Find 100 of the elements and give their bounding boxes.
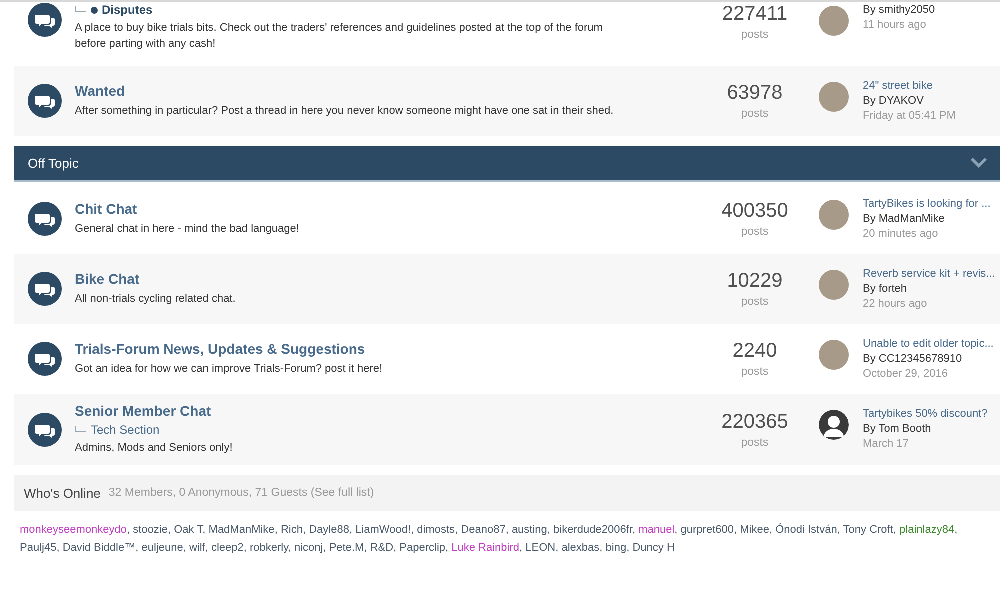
last-post-time: October 29, 2016 (863, 366, 950, 382)
member-link[interactable]: Luke Rainbird (452, 542, 520, 554)
subforum-link[interactable]: Tech Section (91, 423, 160, 437)
member-link[interactable]: alexbas (562, 542, 600, 554)
separator-comma: , (244, 542, 247, 554)
avatar-photo-placeholder[interactable] (819, 200, 849, 230)
forum-title[interactable]: Wanted (75, 83, 615, 99)
separator-comma: , (364, 542, 368, 554)
avatar-photo-placeholder[interactable] (819, 82, 849, 112)
last-post-title[interactable]: 24" street bike (863, 78, 956, 94)
member-link[interactable]: manuel (638, 524, 675, 536)
last-post-author[interactable]: By MadManMike (863, 212, 991, 226)
last-post-author[interactable]: By Tom Booth (863, 422, 988, 437)
member-link[interactable]: cleep2 (211, 542, 244, 554)
member-link[interactable]: monkeyseemonkeydo (20, 524, 128, 536)
last-post-author[interactable]: By smithy2050 (863, 3, 936, 18)
elbow-icon (75, 426, 87, 434)
separator-comma: , (600, 542, 603, 554)
elbow-icon (75, 6, 87, 14)
member-link[interactable]: Mikee (740, 524, 770, 536)
forum-description: A place to buy bike trials bits. Check out the traders' references and guidelines posted at the top of the forum before parting with any cash! (75, 21, 604, 52)
separator-comma: , (893, 524, 896, 536)
separator-comma: , (349, 524, 352, 536)
member-link[interactable]: wilf (189, 542, 206, 554)
last-post-title[interactable]: TartyBikes is looking for ... (863, 196, 991, 212)
last-post-author[interactable]: By CC12345678910 (863, 352, 994, 366)
avatar-photo-placeholder[interactable] (819, 340, 849, 370)
post-count: 2240 (732, 340, 778, 363)
member-link[interactable]: austing (512, 524, 548, 536)
member-link[interactable]: Paulj45 (20, 542, 57, 554)
last-post-title[interactable]: Tartybikes 50% discount? (863, 407, 988, 422)
last-post-title[interactable]: Reverb service kit + revis... (863, 266, 996, 282)
avatar-photo-placeholder[interactable] (819, 6, 849, 36)
member-link[interactable]: plainlazy84 (900, 524, 955, 536)
member-link[interactable]: Rich (280, 524, 303, 536)
separator-comma: , (547, 524, 550, 536)
post-count: 227411 (722, 3, 788, 26)
forum-description: All non-trials cycling related chat. (75, 292, 237, 307)
separator-comma: , (556, 542, 559, 554)
member-link[interactable]: Duncy H (632, 542, 675, 554)
forum-title[interactable]: Chit Chat (75, 201, 615, 217)
separator-comma: , (183, 542, 186, 554)
separator-comma: , (455, 524, 458, 536)
last-post-time: 22 hours ago (863, 296, 928, 312)
chat-bubbles-icon (28, 202, 62, 236)
member-link[interactable]: Paperclip (400, 542, 446, 554)
member-link[interactable]: LiamWood! (356, 524, 411, 536)
post-count-label: posts (741, 226, 769, 238)
separator-comma: , (411, 524, 414, 536)
last-post-time: Friday at 05:41 PM (863, 108, 956, 124)
separator-comma: , (56, 542, 60, 554)
member-link[interactable]: David Biddle™ (62, 542, 136, 554)
last-post-time: 20 minutes ago (863, 226, 940, 242)
post-count: 63978 (727, 82, 783, 105)
member-link[interactable]: R&D (370, 542, 394, 554)
avatar-photo-placeholder[interactable] (819, 270, 849, 300)
separator-comma: , (837, 524, 840, 536)
chat-bubbles-icon (28, 412, 62, 446)
chevron-icon[interactable] (970, 157, 988, 169)
member-link[interactable]: Ónodi István (776, 524, 838, 536)
chat-bubbles-icon (28, 342, 62, 376)
member-link[interactable]: MadManMike (208, 524, 275, 536)
separator-comma: , (674, 524, 678, 536)
member-link[interactable]: Dayle88 (309, 524, 350, 536)
avatar-silhouette-icon[interactable] (819, 410, 849, 440)
separator-comma: , (274, 524, 278, 536)
forum-description: Admins, Mods and Seniors only! (75, 441, 234, 456)
forum-title[interactable]: Senior Member Chat (75, 403, 615, 419)
subforum-link[interactable]: Disputes (102, 3, 153, 17)
chat-bubbles-icon (28, 272, 62, 306)
last-post-author[interactable]: By forteh (863, 282, 996, 296)
member-link[interactable]: euljeune (142, 542, 184, 554)
member-link[interactable]: bing (606, 542, 627, 554)
category-title[interactable]: Off Topic (28, 156, 79, 170)
member-link[interactable]: Oak T (174, 524, 203, 536)
separator-comma: , (202, 524, 206, 536)
member-link[interactable]: LEON (526, 542, 556, 554)
forum-title[interactable]: Bike Chat (75, 271, 615, 287)
member-link[interactable]: robkerly (250, 542, 288, 554)
forum-title[interactable]: Trials-Forum News, Updates & Suggestions (75, 341, 615, 357)
member-link[interactable]: Deano87 (461, 524, 506, 536)
post-count-label: posts (741, 296, 769, 308)
last-post-title[interactable]: Unable to edit older topic... (863, 336, 994, 352)
last-post-time: 11 hours ago (863, 18, 928, 33)
member-link[interactable]: bikerdude2006fr (554, 524, 632, 536)
member-link[interactable]: stoozie (133, 524, 168, 536)
separator-comma: , (302, 524, 306, 536)
separator-comma: , (394, 542, 397, 554)
member-link[interactable]: Tony Croft (843, 524, 894, 536)
whos-online-summary: 32 Members, 0 Anonymous, 71 Guests (See full list) (108, 487, 374, 499)
member-link[interactable]: niconj (294, 542, 324, 554)
post-count: 10229 (727, 270, 783, 293)
last-post-author[interactable]: By DYAKOV (863, 94, 956, 108)
forum-description: Got an idea for how we can improve Trials-Forum? post it here! (75, 362, 384, 377)
member-link[interactable]: gurpret600 (680, 524, 734, 536)
member-link[interactable]: dimosts (417, 524, 456, 536)
member-link[interactable]: Pete.M (329, 542, 364, 554)
separator-comma: , (632, 524, 636, 536)
separator-comma: , (626, 542, 630, 554)
separator-comma: , (520, 542, 523, 554)
